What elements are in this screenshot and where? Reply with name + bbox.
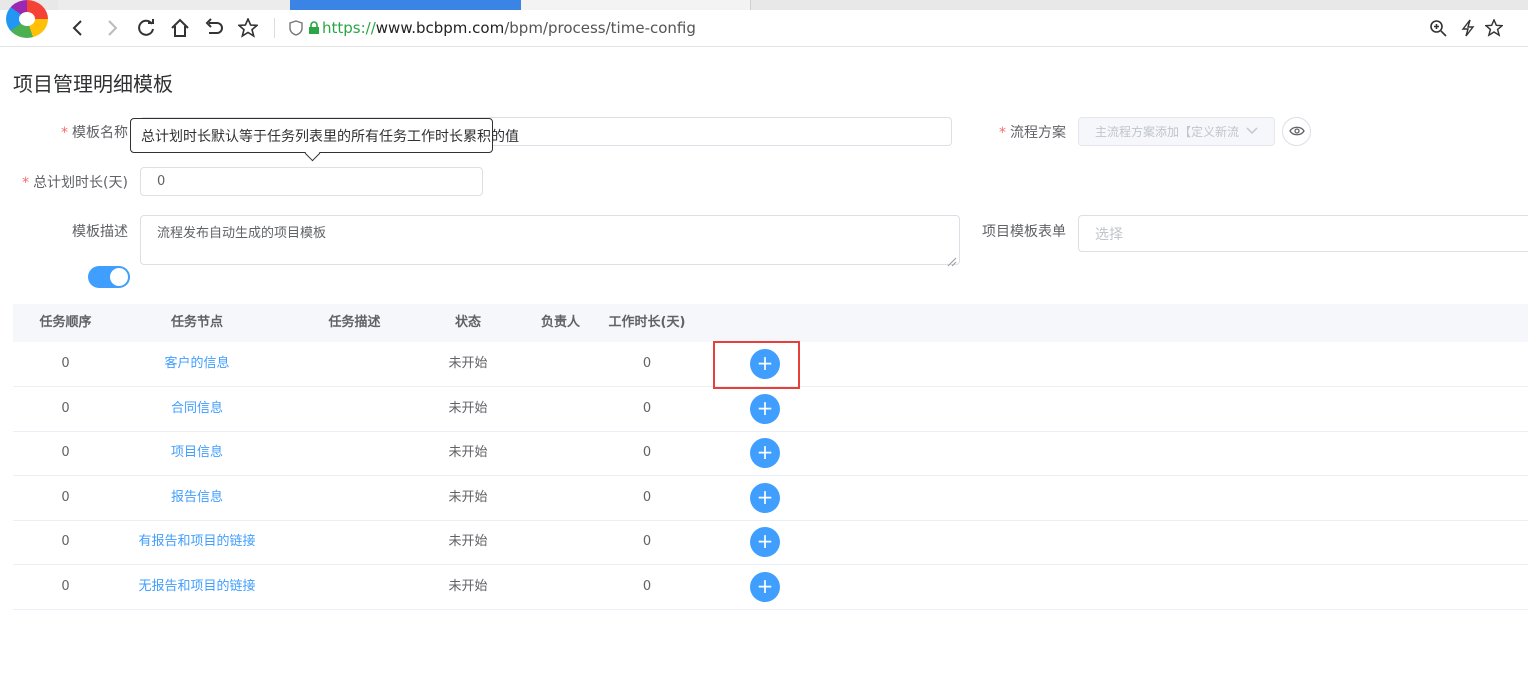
template-form-placeholder: 选择: [1095, 226, 1123, 243]
column-header-node: 任务节点: [170, 315, 223, 330]
task-node-link[interactable]: 客户的信息: [118, 342, 276, 386]
table-row: 0 报告信息 未开始 0 +: [13, 476, 1528, 521]
zoom-icon[interactable]: [1426, 16, 1450, 40]
total-duration-input[interactable]: 0: [140, 167, 483, 196]
chevron-down-icon: [1246, 124, 1258, 139]
task-order: 0: [61, 401, 70, 416]
task-status: 未开始: [448, 445, 488, 460]
table-row: 0 合同信息 未开始 0 +: [13, 387, 1528, 432]
preview-button[interactable]: [1282, 117, 1311, 146]
description-value: 流程发布自动生成的项目模板: [157, 226, 327, 241]
toggle-switch-knob: [110, 268, 128, 286]
url-scheme: https://: [322, 19, 376, 37]
column-header-hours: 工作时长(天): [608, 315, 686, 330]
browser-tabstrip: [0, 0, 1528, 10]
add-button[interactable]: +: [750, 438, 780, 468]
task-hours: 0: [642, 356, 652, 371]
task-order: 0: [61, 356, 70, 371]
table-header: 任务顺序 任务节点 任务描述 状态 负责人 工作时长(天): [13, 304, 1528, 342]
add-button[interactable]: +: [750, 527, 780, 557]
required-mark: *: [999, 125, 1006, 141]
bookmark-star-icon[interactable]: [1482, 16, 1506, 40]
task-hours: 0: [642, 490, 652, 505]
task-status: 未开始: [448, 401, 488, 416]
resize-handle-icon[interactable]: [947, 252, 957, 271]
eye-icon: [1288, 122, 1305, 141]
task-order: 0: [61, 490, 70, 505]
table-row: 0 项目信息 未开始 0 +: [13, 431, 1528, 476]
total-duration-value: 0: [157, 174, 166, 189]
task-status: 未开始: [448, 356, 488, 371]
task-node-link[interactable]: 项目信息: [118, 431, 276, 475]
task-order: 0: [61, 534, 70, 549]
column-header-description: 任务描述: [328, 315, 381, 330]
total-duration-label: * 总计划时长(天): [10, 172, 128, 192]
task-order: 0: [61, 445, 70, 460]
table-row: 0 有报告和项目的链接 未开始 0 +: [13, 520, 1528, 565]
description-label: 模板描述: [72, 224, 128, 240]
browser-toolbar: [0, 10, 1528, 47]
toggle-switch[interactable]: [88, 266, 130, 288]
task-node-link[interactable]: 无报告和项目的链接: [118, 565, 276, 609]
task-hours: 0: [642, 579, 652, 594]
task-status: 未开始: [448, 579, 488, 594]
highlight-box: [713, 341, 800, 389]
back-icon[interactable]: [66, 16, 90, 40]
table-row: 0 无报告和项目的链接 未开始 0 +: [13, 565, 1528, 610]
template-form-label: 项目模板表单: [982, 224, 1066, 240]
browser-tab-active[interactable]: [290, 0, 522, 10]
star-icon[interactable]: [236, 16, 260, 40]
lightning-icon[interactable]: [1456, 16, 1480, 40]
process-plan-value: 主流程方案添加【定义新流: [1095, 125, 1240, 139]
add-button[interactable]: +: [750, 572, 780, 602]
process-plan-select[interactable]: 主流程方案添加【定义新流: [1078, 117, 1275, 146]
add-button[interactable]: +: [750, 483, 780, 513]
browser-tab[interactable]: [521, 0, 751, 10]
reload-icon[interactable]: [134, 16, 158, 40]
forward-icon[interactable]: [100, 16, 124, 40]
home-icon[interactable]: [168, 16, 192, 40]
page-title: 项目管理明细模板: [13, 72, 173, 96]
browser-logo-icon: [6, 0, 48, 38]
template-name-label-text: 模板名称: [72, 125, 128, 141]
required-mark: *: [61, 125, 68, 141]
column-header-owner: 负责人: [540, 315, 580, 330]
task-order: 0: [61, 579, 70, 594]
process-plan-label: * 流程方案: [986, 122, 1066, 142]
task-hours: 0: [642, 401, 652, 416]
column-header-order: 任务顺序: [39, 315, 92, 330]
toolbar-divider: [274, 18, 275, 38]
address-bar[interactable]: https://www.bcbpm.com/bpm/process/time-c…: [322, 16, 696, 40]
task-hours: 0: [642, 534, 652, 549]
required-mark: *: [22, 175, 30, 191]
column-header-status: 状态: [454, 315, 481, 330]
browser-tab[interactable]: [58, 0, 291, 10]
add-button[interactable]: +: [750, 394, 780, 424]
task-node-link[interactable]: 合同信息: [118, 387, 276, 431]
task-status: 未开始: [448, 490, 488, 505]
description-textarea[interactable]: 流程发布自动生成的项目模板: [140, 215, 960, 265]
task-hours: 0: [642, 445, 652, 460]
task-node-link[interactable]: 有报告和项目的链接: [118, 520, 276, 564]
template-form-select[interactable]: 选择: [1078, 215, 1528, 252]
total-duration-label-text: 总计划时长(天): [33, 175, 128, 191]
process-plan-label-text: 流程方案: [1010, 125, 1066, 141]
template-name-label: * 模板名称: [40, 122, 128, 142]
undo-icon[interactable]: [201, 16, 225, 40]
url-host: www.bcbpm.com: [375, 19, 505, 37]
url-path: /bpm/process/time-config: [504, 19, 696, 37]
task-node-link[interactable]: 报告信息: [118, 476, 276, 520]
task-status: 未开始: [448, 534, 488, 549]
